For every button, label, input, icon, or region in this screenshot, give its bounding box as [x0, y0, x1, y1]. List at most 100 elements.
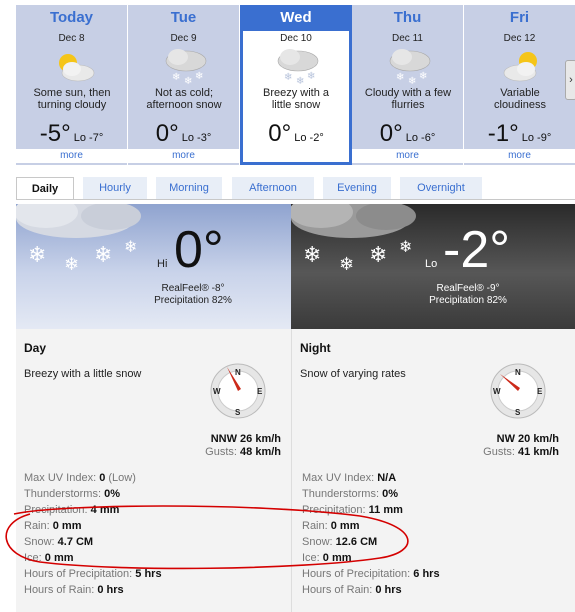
- svg-text:❄: ❄: [339, 254, 354, 274]
- next-days-arrow-icon[interactable]: ›: [565, 60, 575, 100]
- stat-extra: (Low): [108, 472, 136, 484]
- stat-value: 12.6 CM: [335, 536, 378, 548]
- day-low: Lo -7°: [73, 132, 104, 144]
- compass-w: W: [493, 387, 501, 396]
- stat-value: 0%: [382, 488, 398, 500]
- tab-evening[interactable]: Evening: [323, 177, 391, 199]
- gusts-value: 48 km/h: [240, 446, 281, 458]
- day-description: Cloudy with a few flurries: [356, 87, 460, 111]
- stat-value: 6 hrs: [413, 568, 440, 580]
- day-card-fri[interactable]: Fri Dec 12 Variable cloudiness -1° Lo -9…: [464, 5, 575, 165]
- stat-label: Rain:: [24, 520, 50, 532]
- stat-value: 0%: [104, 488, 120, 500]
- svg-text:❄: ❄: [28, 242, 46, 267]
- compass-w: W: [213, 387, 221, 396]
- day-details: Day Breezy with a little snow N S E W NN…: [16, 329, 291, 612]
- day-high: 0°: [379, 120, 403, 147]
- day-card-thu[interactable]: Thu Dec 11 ❄ ❄ ❄ Cloudy with a few flurr…: [352, 5, 464, 165]
- precipitation-chance: Precipitation 82%: [429, 295, 507, 306]
- snow-cloud-icon: ❄ ❄ ❄ ❄: [291, 204, 416, 274]
- day-description: Breezy with a little snow: [244, 87, 348, 111]
- day-description-line: Variable: [500, 87, 540, 99]
- day-date: Dec 11: [392, 33, 423, 44]
- day-description-line: Not as cold;: [154, 87, 214, 99]
- svg-text:❄: ❄: [195, 71, 203, 82]
- stat-value: 5 hrs: [135, 568, 162, 580]
- day-card-tue[interactable]: Tue Dec 9 ❄ ❄ ❄ Not as cold; afternoon s…: [128, 5, 240, 165]
- svg-text:❄: ❄: [94, 242, 112, 267]
- svg-text:❄: ❄: [184, 76, 192, 87]
- more-link[interactable]: more: [16, 149, 127, 163]
- stat-label: Hours of Rain:: [302, 584, 373, 596]
- tab-divider: [16, 199, 575, 200]
- day-low: Lo -9°: [521, 132, 552, 144]
- day-high: -1°: [487, 120, 519, 147]
- svg-text:❄: ❄: [396, 72, 404, 83]
- day-description-line: Cloudy with a few: [364, 87, 452, 99]
- more-link[interactable]: more: [464, 149, 575, 163]
- sun-cloud-icon: [503, 52, 537, 82]
- day-date: Dec 9: [170, 33, 197, 44]
- tab-daily[interactable]: Daily: [16, 177, 74, 199]
- stat-label: Rain:: [302, 520, 328, 532]
- stat-label: Max UV Index:: [24, 472, 97, 484]
- compass-e: E: [257, 387, 263, 396]
- svg-text:❄: ❄: [399, 239, 412, 256]
- snow-cloud-icon: ❄ ❄ ❄: [277, 49, 319, 87]
- day-low: Lo -6°: [405, 132, 436, 144]
- day-details-description: Breezy with a little snow: [24, 368, 142, 380]
- day-name: Wed: [240, 5, 352, 31]
- snow-cloud-icon: ❄ ❄ ❄ ❄: [16, 204, 141, 274]
- more-link[interactable]: more: [352, 149, 463, 163]
- day-name: Tue: [170, 9, 197, 26]
- svg-text:❄: ❄: [307, 71, 315, 82]
- stat-ice: Ice: 0 mm: [302, 550, 562, 566]
- day-description-line: Breezy with a: [262, 87, 330, 99]
- tab-overnight[interactable]: Overnight: [400, 177, 482, 199]
- gusts-label: Gusts:: [205, 446, 237, 458]
- day-description: Not as cold; afternoon snow: [132, 87, 236, 111]
- day-date: Dec 12: [503, 33, 536, 44]
- day-name: Today: [49, 9, 94, 26]
- day-description-line: cloudiness: [494, 99, 546, 111]
- day-description-line: turning cloudy: [37, 99, 107, 111]
- svg-text:❄: ❄: [303, 242, 321, 267]
- day-card-today[interactable]: Today Dec 8 Some sun, then turning cloud…: [16, 5, 128, 165]
- day-date: Dec 10: [280, 33, 312, 44]
- day-description: Variable cloudiness: [468, 87, 572, 111]
- day-stats: Max UV Index: 0 (Low) Thunderstorms: 0% …: [24, 470, 284, 598]
- day-card-wed[interactable]: Wed Dec 10 ❄ ❄ ❄ Breezy with a little sn…: [240, 5, 352, 165]
- more-link[interactable]: more: [128, 149, 239, 163]
- tab-afternoon[interactable]: Afternoon: [232, 177, 314, 199]
- stat-value: 0 mm: [322, 552, 352, 564]
- night-details-description: Snow of varying rates: [300, 368, 406, 380]
- day-temperature: 0°: [174, 221, 224, 279]
- day-low: Lo -2°: [294, 132, 324, 144]
- hi-label: Hi: [157, 258, 168, 270]
- stat-label: Hours of Precipitation:: [302, 568, 411, 580]
- stat-value: 0 mm: [52, 520, 82, 532]
- stat-label: Thunderstorms:: [24, 488, 102, 500]
- day-high: -5°: [39, 120, 71, 147]
- stat-ice: Ice: 0 mm: [24, 550, 284, 566]
- day-high: 0°: [155, 120, 179, 147]
- wind-compass-icon: N S E W: [490, 363, 546, 419]
- compass-s: S: [515, 408, 521, 417]
- tab-hourly[interactable]: Hourly: [83, 177, 147, 199]
- realfeel: RealFeel® -8°: [161, 283, 225, 294]
- svg-text:❄: ❄: [284, 72, 292, 83]
- gusts-value: 41 km/h: [518, 446, 559, 458]
- tab-morning[interactable]: Morning: [156, 177, 222, 199]
- night-details: Night Snow of varying rates N S E W NW 2…: [291, 329, 575, 612]
- stat-hours-rain: Hours of Rain: 0 hrs: [24, 582, 284, 598]
- stat-snow: Snow: 4.7 CM: [24, 534, 284, 550]
- stat-uv: Max UV Index: N/A: [302, 470, 562, 486]
- stat-hours-precipitation: Hours of Precipitation: 5 hrs: [24, 566, 284, 582]
- svg-text:❄: ❄: [172, 72, 180, 83]
- stat-label: Precipitation:: [24, 504, 88, 516]
- wind-speed: NNW 26 km/h: [210, 433, 281, 445]
- svg-text:❄: ❄: [296, 76, 304, 87]
- snow-cloud-icon: ❄ ❄ ❄: [389, 49, 431, 87]
- stat-value: 0: [99, 472, 106, 484]
- svg-text:❄: ❄: [369, 242, 387, 267]
